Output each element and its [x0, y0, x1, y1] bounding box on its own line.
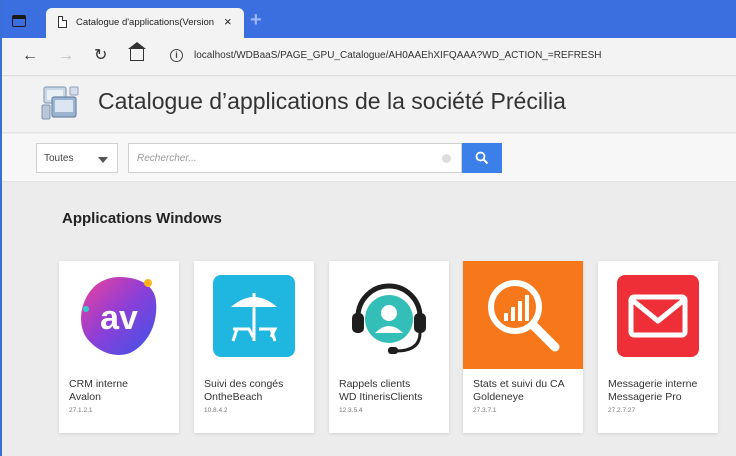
app-name-line2: Goldeneye	[473, 391, 524, 403]
app-name-line1: CRM interne	[69, 378, 128, 390]
app-version: 27.1.2.1	[69, 407, 93, 414]
reload-icon[interactable]: ↻	[94, 46, 107, 66]
window-menu-icon[interactable]	[12, 15, 26, 27]
address-bar-row: ← → ↻ i localhost/WDBaaS/PAGE_GPU_Catalo…	[2, 38, 736, 76]
app-name-line1: Messagerie interne	[608, 378, 698, 390]
app-name: Rappels clients WD ItinerisClients	[339, 378, 444, 404]
search-toolbar: Toutes	[2, 134, 736, 182]
catalogue-logo-icon	[41, 86, 79, 120]
section-title: Applications Windows	[62, 210, 222, 227]
app-version: 10.8.4.2	[204, 407, 228, 414]
catalogue-content: Applications Windows av CRM interne Aval…	[2, 183, 736, 456]
app-name: Stats et suivi du CA Goldeneye	[473, 378, 578, 404]
tab-title: Catalogue d'applications(Version	[76, 17, 215, 28]
app-name: Messagerie interne Messagerie Pro	[608, 378, 713, 404]
tab-close-icon[interactable]: ×	[224, 14, 232, 29]
tab-strip: Catalogue d'applications(Version × +	[2, 0, 736, 38]
app-name: Suivi des congés OntheBeach	[204, 378, 309, 404]
envelope-icon	[617, 275, 699, 357]
url-field[interactable]: localhost/WDBaaS/PAGE_GPU_Catalogue/AH0A…	[194, 50, 601, 61]
home-icon[interactable]	[128, 42, 146, 61]
app-name-line2: Avalon	[69, 391, 101, 403]
app-name-line2: WD ItinerisClients	[339, 391, 423, 403]
browser-tab[interactable]: Catalogue d'applications(Version ×	[46, 8, 244, 38]
app-name-line2: Messagerie Pro	[608, 391, 682, 403]
beach-umbrella-icon	[213, 275, 295, 357]
magnifier-chart-icon	[463, 261, 583, 369]
page-icon	[58, 16, 67, 28]
category-filter-select[interactable]: Toutes	[36, 143, 118, 173]
search-input[interactable]	[128, 143, 462, 173]
app-card-avalon[interactable]: av CRM interne Avalon 27.1.2.1	[59, 261, 179, 433]
search-button[interactable]	[462, 143, 502, 173]
chevron-down-icon	[98, 157, 108, 163]
headset-user-icon	[352, 283, 426, 354]
app-version: 27.3.7.1	[473, 407, 497, 414]
forward-icon[interactable]: →	[58, 46, 74, 66]
app-card-goldeneye[interactable]: Stats et suivi du CA Goldeneye 27.3.7.1	[463, 261, 583, 433]
app-card-itinerisclients[interactable]: Rappels clients WD ItinerisClients 12.3.…	[329, 261, 449, 433]
app-version: 12.3.5.4	[339, 407, 363, 414]
browser-window: Catalogue d'applications(Version × + ← →…	[0, 0, 736, 456]
app-name-line2: OntheBeach	[204, 391, 263, 403]
clear-search-icon[interactable]	[442, 154, 451, 163]
back-icon[interactable]: ←	[22, 46, 38, 66]
app-name-line1: Stats et suivi du CA	[473, 378, 565, 390]
filter-value: Toutes	[44, 153, 74, 164]
svg-text:av: av	[100, 299, 138, 337]
avalon-av-icon: av	[81, 277, 157, 356]
app-version: 27.2.7.27	[608, 407, 636, 414]
app-card-messagerie-pro[interactable]: Messagerie interne Messagerie Pro 27.2.7…	[598, 261, 718, 433]
page-title: Catalogue d’applications de la société P…	[98, 88, 566, 114]
app-name-line1: Suivi des congés	[204, 378, 284, 390]
site-info-icon[interactable]: i	[170, 49, 183, 62]
page-header: Catalogue d’applications de la société P…	[2, 77, 736, 133]
app-name: CRM interne Avalon	[69, 378, 174, 404]
search-icon	[475, 151, 489, 165]
app-name-line1: Rappels clients	[339, 378, 411, 390]
new-tab-icon[interactable]: +	[250, 10, 262, 30]
app-card-onthebeach[interactable]: Suivi des congés OntheBeach 10.8.4.2	[194, 261, 314, 433]
